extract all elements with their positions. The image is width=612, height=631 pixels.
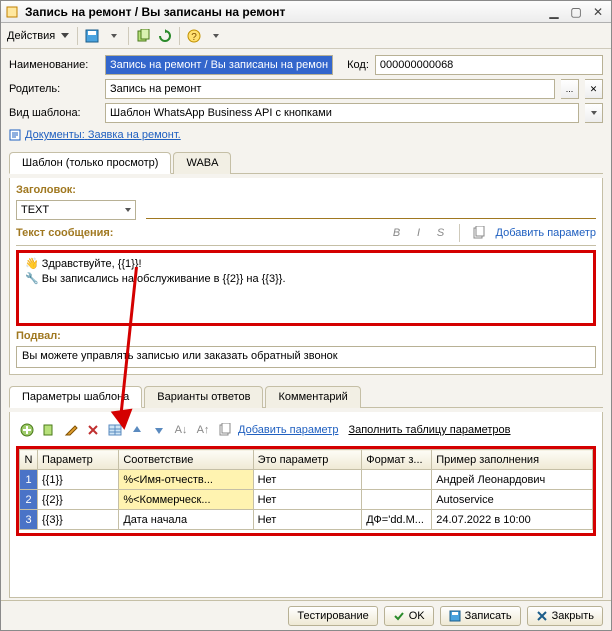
header-text-input[interactable] xyxy=(146,202,596,219)
main-toolbar: Действия ? xyxy=(1,23,611,49)
code-label: Код: xyxy=(347,59,369,71)
cell-corr: %<Имя-отчеств... xyxy=(119,470,253,490)
col-example[interactable]: Пример заполнения xyxy=(432,450,593,470)
save-icon[interactable] xyxy=(82,26,102,46)
italic-button[interactable]: I xyxy=(413,227,425,239)
cell-param: {{3}} xyxy=(38,510,119,530)
cell-param: {{1}} xyxy=(38,470,119,490)
add-param-link[interactable]: Добавить параметр xyxy=(496,227,596,239)
code-input[interactable] xyxy=(375,55,603,75)
cell-n: 2 xyxy=(20,490,38,510)
testing-button[interactable]: Тестирование xyxy=(288,606,377,626)
cell-n: 1 xyxy=(20,470,38,490)
actions-menu[interactable]: Действия xyxy=(7,30,55,42)
tab-template-params[interactable]: Параметры шаблона xyxy=(9,386,142,408)
fill-table-link[interactable]: Заполнить таблицу параметров xyxy=(348,424,510,436)
chevron-down-icon[interactable] xyxy=(206,26,226,46)
header-type-select[interactable]: TEXT xyxy=(16,200,136,220)
sort-desc-icon[interactable]: A↑ xyxy=(194,421,212,439)
chevron-down-icon[interactable] xyxy=(104,26,124,46)
cell-n: 3 xyxy=(20,510,38,530)
cell-format xyxy=(362,470,432,490)
cell-example: Андрей Леонардович xyxy=(432,470,593,490)
chevron-down-icon[interactable] xyxy=(61,33,69,38)
delete-row-icon[interactable] xyxy=(84,421,102,439)
move-up-icon[interactable] xyxy=(128,421,146,439)
statusbar: Тестирование OK Записать Закрыть xyxy=(1,600,611,630)
copy-icon[interactable] xyxy=(216,421,234,439)
template-kind-label: Вид шаблона: xyxy=(9,107,99,119)
tab-template-view[interactable]: Шаблон (только просмотр) xyxy=(9,152,171,174)
cell-param: {{2}} xyxy=(38,490,119,510)
cell-format: ДФ='dd.M... xyxy=(362,510,432,530)
tab-answer-variants[interactable]: Варианты ответов xyxy=(144,386,263,408)
col-corr[interactable]: Соответствие xyxy=(119,450,253,470)
cell-example: 24.07.2022 в 10:00 xyxy=(432,510,593,530)
refresh-icon[interactable] xyxy=(155,26,175,46)
bold-button[interactable]: B xyxy=(391,227,403,239)
message-text-area[interactable]: 👋 Здравствуйте, {{1}}! 🔧 Вы записались н… xyxy=(16,250,596,326)
cell-isparam: Нет xyxy=(253,470,362,490)
col-format[interactable]: Формат з... xyxy=(362,450,432,470)
col-param[interactable]: Параметр xyxy=(38,450,119,470)
window-icon xyxy=(5,5,19,19)
col-n[interactable]: N xyxy=(20,450,38,470)
move-down-icon[interactable] xyxy=(150,421,168,439)
name-input[interactable] xyxy=(105,55,333,75)
template-kind-dd[interactable] xyxy=(585,103,603,123)
copy-icon[interactable] xyxy=(472,226,486,240)
msg-section-label: Текст сообщения: xyxy=(16,227,113,239)
ok-button[interactable]: OK xyxy=(384,606,434,626)
add-row-icon[interactable] xyxy=(18,421,36,439)
table-row[interactable]: 1{{1}}%<Имя-отчеств...Нет Андрей Леонардо… xyxy=(20,470,593,490)
chevron-down-icon xyxy=(125,208,131,212)
edit-row-icon[interactable] xyxy=(62,421,80,439)
tab-comment[interactable]: Комментарий xyxy=(265,386,360,408)
save-button[interactable]: Записать xyxy=(440,606,521,626)
help-icon[interactable]: ? xyxy=(184,26,204,46)
template-kind-input[interactable] xyxy=(105,103,579,123)
strike-button[interactable]: S xyxy=(435,227,447,239)
params-tabs: Параметры шаблона Варианты ответов Комме… xyxy=(9,385,603,408)
maximize-button[interactable]: ▢ xyxy=(567,5,585,19)
parent-select-button[interactable]: ... xyxy=(561,79,579,99)
template-tabs: Шаблон (только просмотр) WABA xyxy=(9,151,603,174)
copy-row-icon[interactable] xyxy=(40,421,58,439)
parent-input[interactable] xyxy=(105,79,555,99)
window-title: Запись на ремонт / Вы записаны на ремонт xyxy=(25,5,545,19)
footer-section-label: Подвал: xyxy=(16,330,596,342)
link-icon xyxy=(9,129,21,141)
col-isparam[interactable]: Это параметр xyxy=(253,450,362,470)
params-table: N Параметр Соответствие Это параметр Фор… xyxy=(19,449,593,530)
name-label: Наименование: xyxy=(9,59,99,71)
table-row[interactable]: 2{{2}}%<Коммерческ...Нет Autoservice xyxy=(20,490,593,510)
cell-example: Autoservice xyxy=(432,490,593,510)
close-form-button[interactable]: Закрыть xyxy=(527,606,603,626)
cell-isparam: Нет xyxy=(253,490,362,510)
minimize-button[interactable]: ▁ xyxy=(545,5,563,19)
parent-label: Родитель: xyxy=(9,83,99,95)
tab-waba[interactable]: WABA xyxy=(173,152,231,174)
parent-clear-button[interactable]: ✕ xyxy=(585,79,603,99)
documents-link[interactable]: Документы: Заявка на ремонт. xyxy=(25,129,181,141)
cell-corr: %<Коммерческ... xyxy=(119,490,253,510)
titlebar: Запись на ремонт / Вы записаны на ремонт… xyxy=(1,1,611,23)
footer-text[interactable]: Вы можете управлять записью или заказать… xyxy=(16,346,596,368)
cell-format xyxy=(362,490,432,510)
svg-text:?: ? xyxy=(191,32,197,43)
copy-green-icon[interactable] xyxy=(133,26,153,46)
add-param-link-2[interactable]: Добавить параметр xyxy=(238,424,338,436)
cell-isparam: Нет xyxy=(253,510,362,530)
table-row[interactable]: 3{{3}}Дата началаНетДФ='dd.M...24.07.202… xyxy=(20,510,593,530)
table-icon[interactable] xyxy=(106,421,124,439)
header-section-label: Заголовок: xyxy=(16,184,596,196)
cell-corr: Дата начала xyxy=(119,510,253,530)
close-button[interactable]: ✕ xyxy=(589,5,607,19)
sort-asc-icon[interactable]: A↓ xyxy=(172,421,190,439)
